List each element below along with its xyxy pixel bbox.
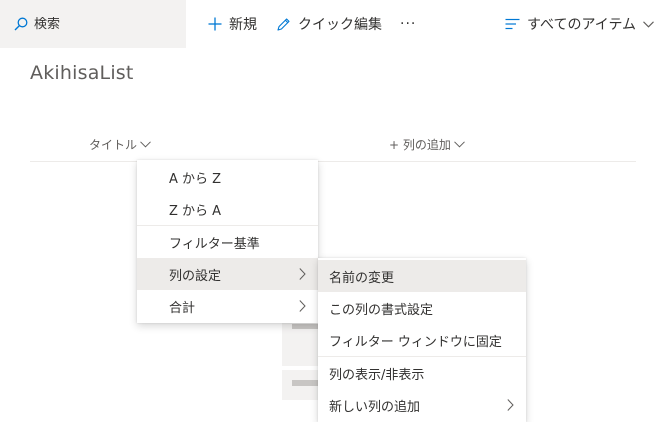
more-button[interactable]: ··· [400,0,416,48]
column-header-title[interactable]: タイトル [89,136,151,152]
menu-item-label: A から Z [169,171,222,187]
menu-item-totals[interactable]: 合計 [137,290,318,322]
add-column-button[interactable]: + 列の追加 [389,136,465,152]
menu-item-label: 列の表示/非表示 [329,367,425,383]
menu-item-label: 合計 [169,300,196,316]
header-divider [30,161,636,162]
menu-item-label: この列の書式設定 [329,302,434,318]
chevron-down-icon [454,140,465,148]
chevron-right-icon [299,300,306,312]
menu-item-label: フィルター基準 [169,236,260,252]
chevron-down-icon [140,140,151,148]
add-column-label: + 列の追加 [389,137,451,152]
new-button[interactable]: 新規 [208,0,257,48]
menu-item-column-settings[interactable]: 列の設定 [137,258,318,290]
menu-item-label: フィルター ウィンドウに固定 [329,334,502,350]
menu-item-filter-by[interactable]: フィルター基準 [137,226,318,258]
column-settings-submenu: 名前の変更 この列の書式設定 フィルター ウィンドウに固定 列の表示/非表示 新… [318,258,526,422]
view-selector[interactable]: すべてのアイテム [505,0,654,48]
menu-item-sort-z-to-a[interactable]: Z から A [137,193,318,225]
submenu-item-pin-to-filter-pane[interactable]: フィルター ウィンドウに固定 [318,324,526,356]
search-icon [14,17,28,31]
plus-icon [208,17,222,31]
menu-item-label: 新しい列の追加 [329,399,421,415]
view-selector-label: すべてのアイテム [527,17,637,33]
menu-item-label: 列の設定 [169,268,222,284]
menu-item-label: Z から A [169,203,222,219]
more-icon: ··· [400,16,417,32]
placeholder-bar [292,324,318,329]
placeholder-bar [292,380,318,386]
pencil-icon [277,17,290,31]
chevron-right-icon [507,399,514,411]
column-header-title-label: タイトル [89,137,138,152]
submenu-item-rename[interactable]: 名前の変更 [318,260,526,292]
submenu-item-format-column[interactable]: この列の書式設定 [318,292,526,324]
submenu-item-show-hide-columns[interactable]: 列の表示/非表示 [318,357,526,389]
menu-item-label: 名前の変更 [329,270,395,286]
quick-edit-button[interactable]: クイック編集 [276,0,382,48]
search-input[interactable] [34,16,174,32]
submenu-item-add-new-column[interactable]: 新しい列の追加 [318,389,526,421]
quick-edit-label: クイック編集 [298,17,382,33]
search-box[interactable] [0,0,186,48]
command-bar: 新規 クイック編集 ··· すべてのアイテム [0,0,672,48]
new-button-label: 新規 [229,17,257,33]
menu-item-sort-a-to-z[interactable]: A から Z [137,161,318,193]
chevron-down-icon [643,20,654,28]
chevron-right-icon [299,268,306,280]
column-context-menu: A から Z Z から A フィルター基準 列の設定 合計 [137,160,318,323]
list-title: AkihisaList [30,62,134,84]
view-list-icon [505,18,520,30]
